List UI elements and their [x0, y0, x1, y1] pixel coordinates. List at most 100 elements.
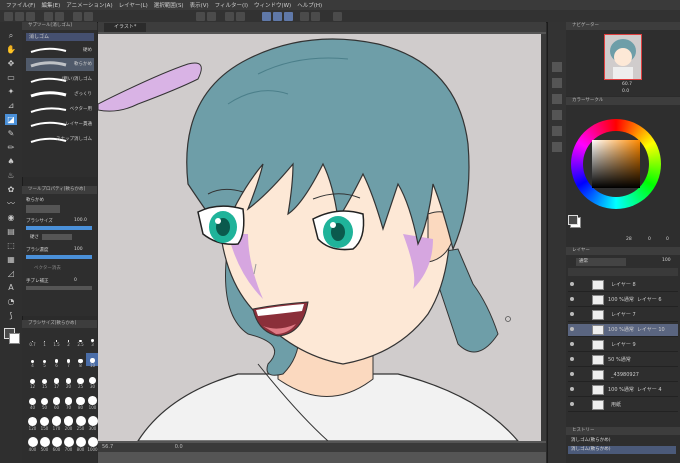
clear-icon[interactable] — [73, 12, 82, 21]
brush-item[interactable]: レイヤー貫通 — [26, 118, 94, 131]
panel-icon[interactable] — [552, 78, 562, 88]
layer-row[interactable]: _43980927 — [568, 369, 678, 382]
pencil-tool-icon[interactable]: ✏ — [5, 142, 17, 153]
layer-row[interactable]: 100 %通常 レイヤー 10 — [568, 324, 678, 337]
redo-icon[interactable] — [55, 12, 64, 21]
navigator-zoom[interactable]: 60.7 — [622, 82, 632, 87]
fill-icon[interactable] — [84, 12, 93, 21]
brush-item[interactable]: ざっくり — [26, 88, 94, 101]
layer-row[interactable]: レイヤー 9 — [568, 339, 678, 352]
move-tool-icon[interactable]: ✥ — [5, 58, 17, 69]
fill-tool-icon[interactable]: ◉ — [5, 212, 17, 223]
flip-icon[interactable] — [207, 12, 216, 21]
snap-ruler-icon[interactable] — [273, 12, 282, 21]
auto-select-tool-icon[interactable]: ✦ — [5, 86, 17, 97]
eye-icon[interactable] — [570, 342, 574, 346]
grid-icon[interactable] — [311, 12, 320, 21]
eyedropper-tool-icon[interactable]: ⊿ — [5, 100, 17, 111]
balloon-tool-icon[interactable]: ◔ — [5, 296, 17, 307]
navigator-angle[interactable]: 0.0 — [622, 89, 629, 94]
hand-tool-icon[interactable]: ✋ — [5, 44, 17, 55]
brush-item[interactable]: (粗い)消しゴム — [26, 73, 94, 86]
navigator-thumbnail[interactable] — [604, 34, 642, 80]
snap-grid-icon[interactable] — [284, 12, 293, 21]
zoom-readout[interactable]: 56.7 — [102, 444, 113, 450]
panel-icon[interactable] — [552, 142, 562, 152]
brush-density-slider[interactable] — [26, 255, 92, 259]
panel-icon[interactable] — [552, 126, 562, 136]
hardness-slider[interactable] — [42, 234, 72, 240]
brush-item[interactable]: スナップ消しゴム — [26, 133, 94, 146]
menu-selection[interactable]: 選択範囲(S) — [154, 1, 184, 9]
eye-icon[interactable] — [570, 312, 574, 316]
menu-file[interactable]: ファイル(F) — [6, 1, 35, 9]
eye-icon[interactable] — [570, 282, 574, 286]
history-row[interactable]: 消しゴム(軟らかめ) — [568, 437, 676, 445]
undo-icon[interactable] — [44, 12, 53, 21]
layer-opacity-value[interactable]: 100 — [662, 258, 671, 263]
zoom-tool-icon[interactable]: ⌕ — [5, 30, 17, 41]
correct-line-tool-icon[interactable]: ⟆ — [5, 310, 17, 321]
blend-tool-icon[interactable]: 〰 — [5, 198, 17, 209]
brush-size-slider[interactable] — [26, 226, 92, 230]
new-file-icon[interactable] — [4, 12, 13, 21]
menu-filter[interactable]: フィルター(I) — [215, 1, 248, 9]
canvas-vertical-scrollbar[interactable] — [541, 34, 546, 441]
sub-color-swatch[interactable] — [9, 333, 20, 344]
menu-animation[interactable]: アニメーション(A) — [66, 1, 112, 9]
text-tool-icon[interactable]: A — [5, 282, 17, 293]
select-tool-icon[interactable]: ▭ — [5, 72, 17, 83]
brush-item[interactable]: ベクター用 — [26, 103, 94, 116]
snap-icon[interactable] — [262, 12, 271, 21]
menu-edit[interactable]: 編集(E) — [41, 1, 60, 9]
eye-icon[interactable] — [570, 402, 574, 406]
eye-icon[interactable] — [570, 372, 574, 376]
subtool-group-tab[interactable]: 消しゴム — [26, 33, 94, 41]
menu-view[interactable]: 表示(V) — [190, 1, 209, 9]
transform-icon[interactable] — [196, 12, 205, 21]
ruler-icon[interactable] — [300, 12, 309, 21]
panel-icon[interactable] — [552, 94, 562, 104]
layer-row[interactable]: レイヤー 8 — [568, 279, 678, 292]
panel-icon[interactable] — [552, 62, 562, 72]
brush-item[interactable]: 硬め — [26, 44, 94, 57]
layer-row[interactable]: 用紙 — [568, 399, 678, 412]
prop-label: ブラシサイズ — [26, 219, 53, 224]
canvas-tab[interactable]: イラスト* — [104, 23, 147, 32]
decoration-tool-icon[interactable]: ✿ — [5, 184, 17, 195]
layer-row[interactable]: 100 %通常 レイヤー 6 — [568, 294, 678, 307]
brush-tool-icon[interactable]: ♠ — [5, 156, 17, 167]
layer-text: 100 %通常 レイヤー 6 — [608, 294, 662, 306]
save-icon[interactable] — [26, 12, 35, 21]
eye-icon[interactable] — [570, 387, 574, 391]
select-all-icon[interactable] — [225, 12, 234, 21]
figure-tool-icon[interactable]: ⬚ — [5, 240, 17, 251]
frame-tool-icon[interactable]: ▦ — [5, 254, 17, 265]
eraser-tool-icon[interactable]: ◪ — [5, 114, 17, 125]
eye-icon[interactable] — [570, 327, 574, 331]
airbrush-tool-icon[interactable]: ♨ — [5, 170, 17, 181]
ruler-tool-icon[interactable]: ◿ — [5, 268, 17, 279]
brush-item-selected[interactable]: 軟らかめ — [26, 58, 94, 71]
gradient-tool-icon[interactable]: ▤ — [5, 226, 17, 237]
main-color-chip[interactable] — [568, 215, 578, 225]
saturation-value-square[interactable] — [592, 140, 640, 188]
layer-row[interactable]: レイヤー 7 — [568, 309, 678, 322]
deselect-icon[interactable] — [236, 12, 245, 21]
angle-readout[interactable]: 0.0 — [175, 444, 183, 450]
menu-window[interactable]: ウィンドウ(W) — [254, 1, 291, 9]
blend-mode-select[interactable]: 通常 — [576, 258, 626, 266]
layer-row[interactable]: 100 %通常 レイヤー 4 — [568, 384, 678, 397]
panel-icon[interactable] — [552, 110, 562, 120]
eye-icon[interactable] — [570, 297, 574, 301]
open-file-icon[interactable] — [15, 12, 24, 21]
settings-icon[interactable] — [333, 12, 342, 21]
pen-tool-icon[interactable]: ✎ — [5, 128, 17, 139]
history-row-selected[interactable]: 消しゴム(軟らかめ) — [568, 446, 676, 454]
stabilizer-slider[interactable] — [26, 286, 92, 290]
menu-help[interactable]: ヘルプ(H) — [297, 1, 322, 9]
eye-icon[interactable] — [570, 357, 574, 361]
drawing-canvas[interactable] — [98, 34, 541, 441]
layer-row[interactable]: 50 %通常 — [568, 354, 678, 367]
menu-layer[interactable]: レイヤー(L) — [119, 1, 148, 9]
